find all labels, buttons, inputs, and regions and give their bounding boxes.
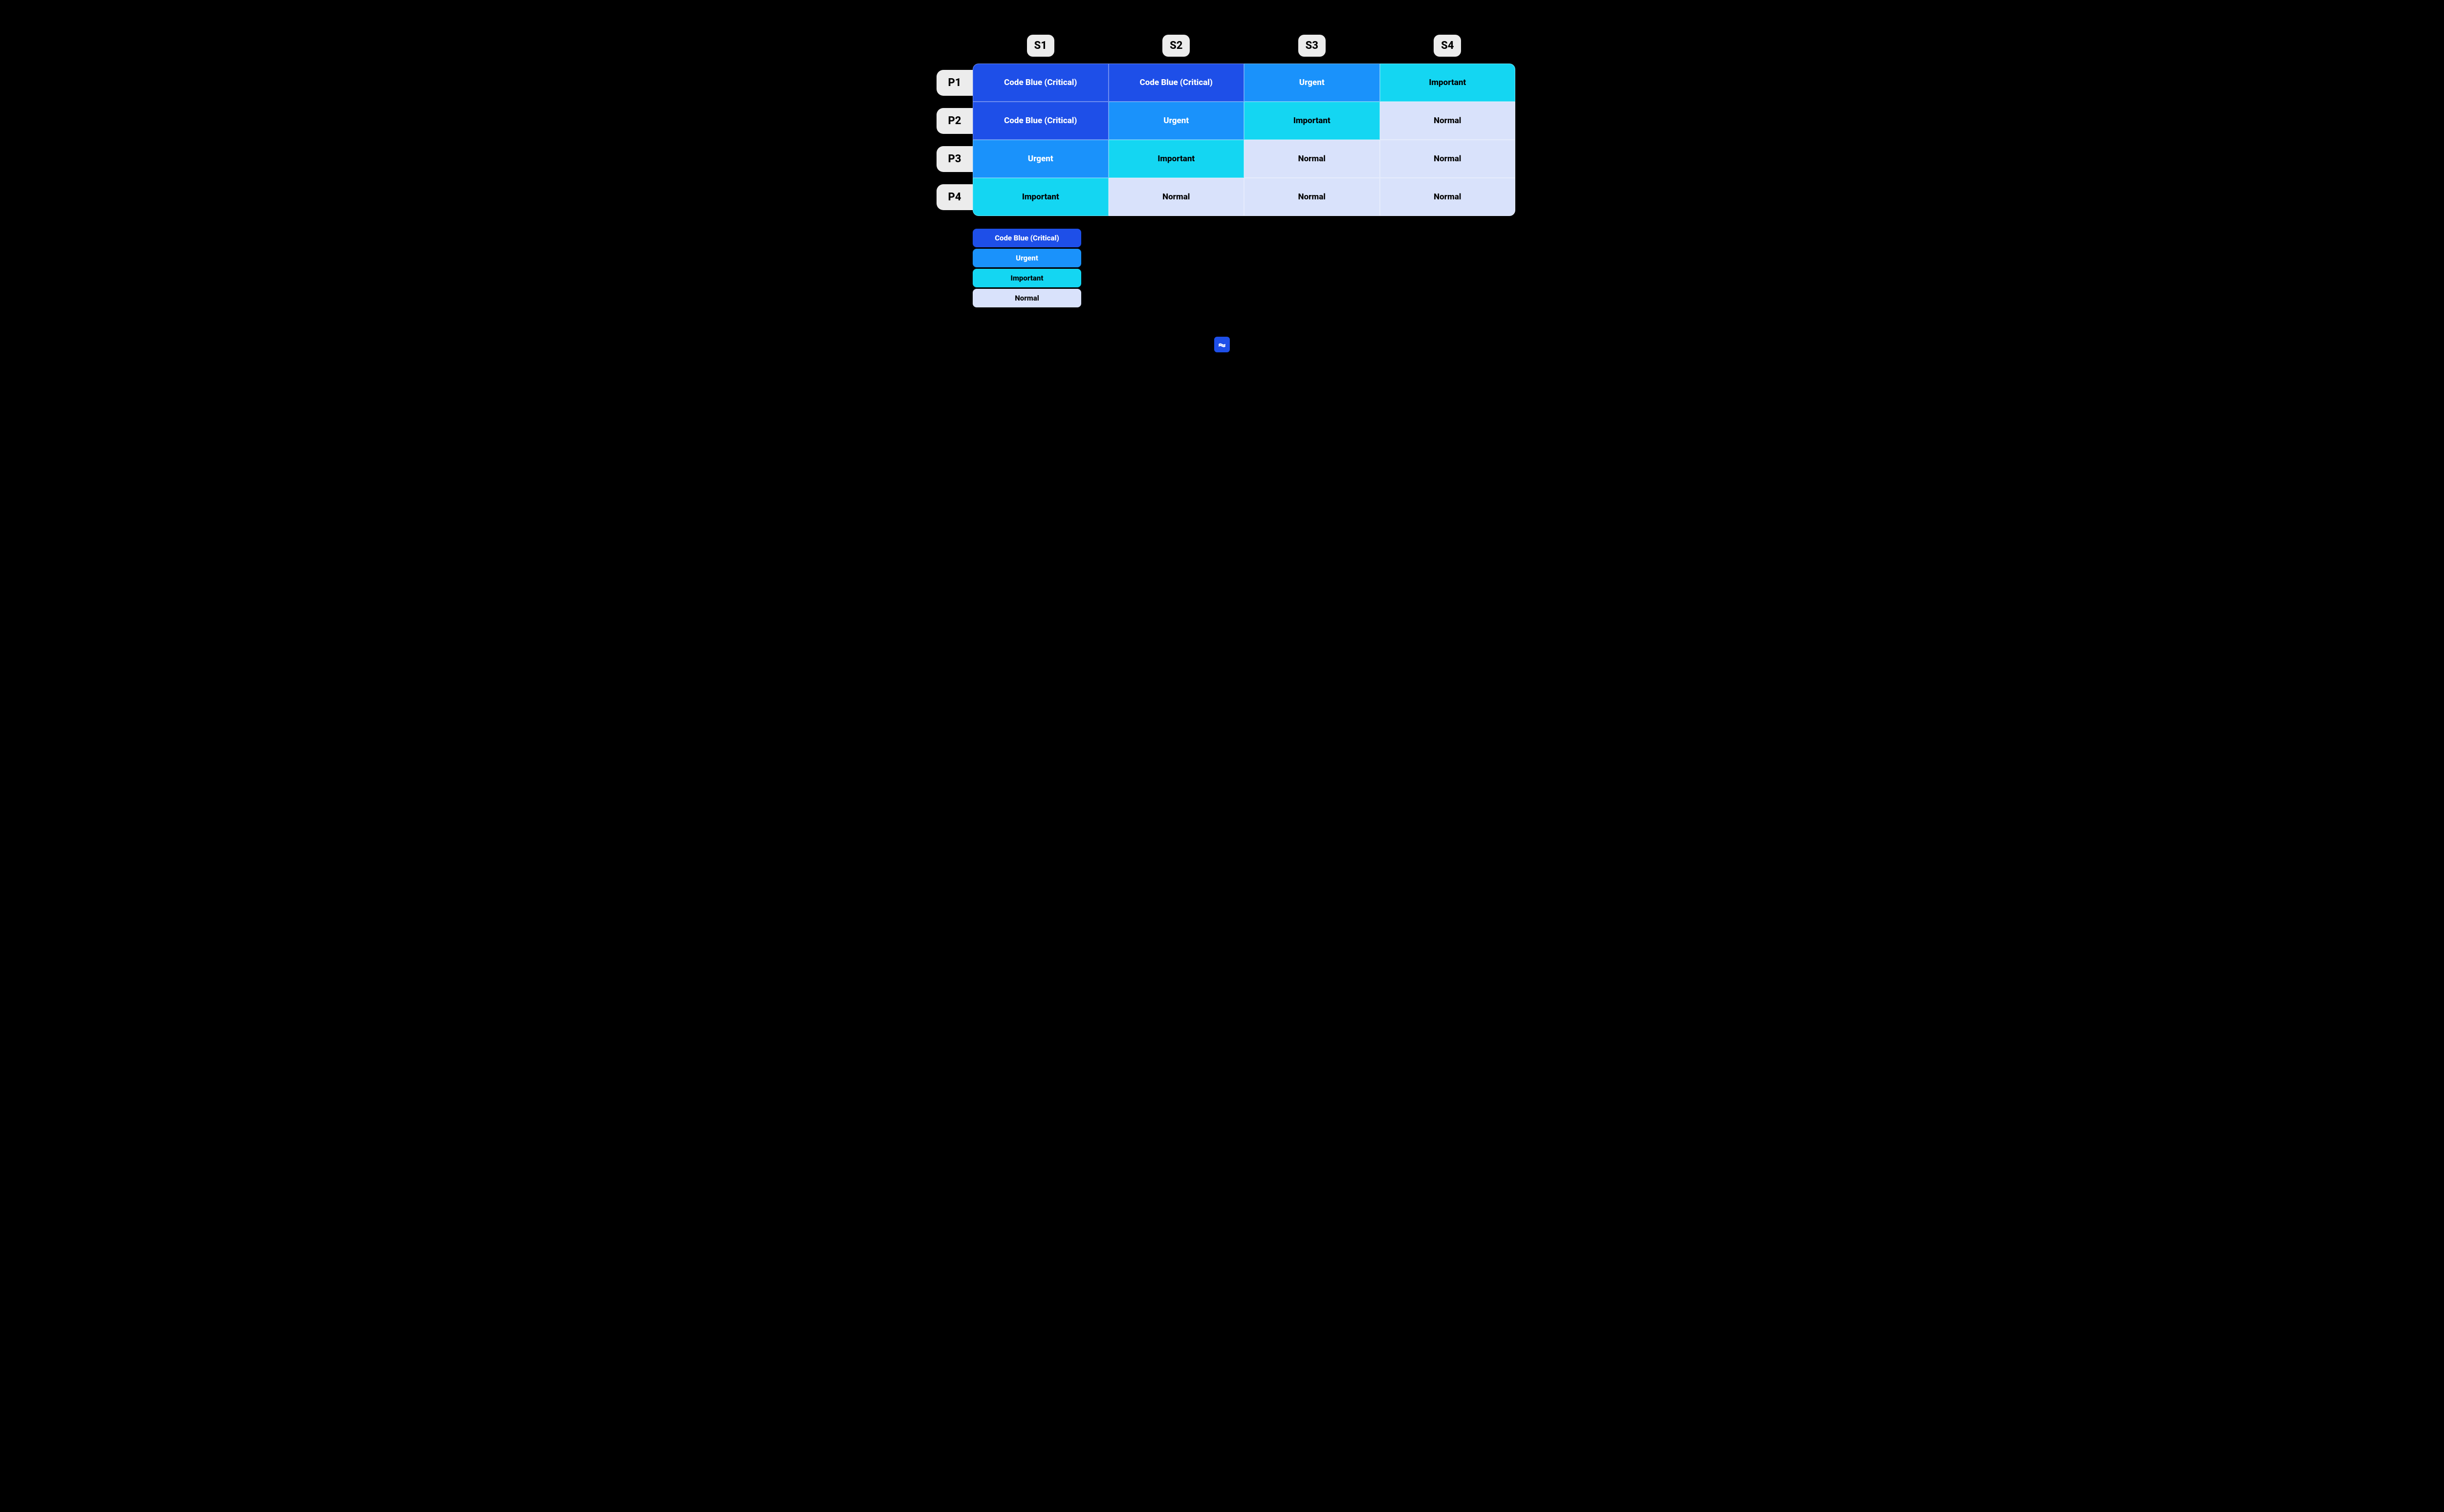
legend-item-normal: Normal: [973, 289, 1081, 307]
footer-logo-wrap: [929, 337, 1515, 352]
row-header-wrap: P2: [929, 102, 973, 140]
row-header-p2: P2: [937, 108, 973, 134]
row-header-wrap: P4: [929, 178, 973, 216]
matrix-cell: Important: [1109, 140, 1244, 178]
row-header-p1: P1: [937, 70, 973, 96]
matrix-corner-blank: [929, 29, 973, 64]
matrix-cell: Code Blue (Critical): [1109, 64, 1244, 102]
col-header-s4: S4: [1434, 35, 1461, 57]
legend: Code Blue (Critical) Urgent Important No…: [973, 229, 1081, 307]
matrix-cell: Normal: [1380, 178, 1516, 216]
matrix-cell: Normal: [1380, 102, 1516, 140]
col-header-wrap: S4: [1380, 29, 1516, 64]
legend-item-urgent: Urgent: [973, 249, 1081, 267]
row-header-wrap: P3: [929, 140, 973, 178]
matrix-cell: Important: [1244, 102, 1380, 140]
col-header-s3: S3: [1298, 35, 1326, 57]
matrix-cell: Urgent: [1244, 64, 1380, 102]
col-header-s1: S1: [1027, 35, 1054, 57]
col-header-wrap: S3: [1244, 29, 1380, 64]
matrix-grid: S1 S2 S3 S4 P1 Code Blue (Critical) Code…: [929, 29, 1515, 216]
matrix-cell: Normal: [1244, 178, 1380, 216]
matrix-cell: Code Blue (Critical): [973, 64, 1109, 102]
legend-item-critical: Code Blue (Critical): [973, 229, 1081, 247]
matrix-cell: Important: [1380, 64, 1516, 102]
matrix-cell: Code Blue (Critical): [973, 102, 1109, 140]
legend-item-important: Important: [973, 269, 1081, 287]
priority-severity-matrix: S1 S2 S3 S4 P1 Code Blue (Critical) Code…: [929, 29, 1515, 352]
matrix-cell: Urgent: [1109, 102, 1244, 140]
col-header-s2: S2: [1162, 35, 1190, 57]
col-header-wrap: S2: [1109, 29, 1244, 64]
matrix-cell: Normal: [1244, 140, 1380, 178]
row-header-p4: P4: [937, 184, 973, 210]
matrix-cell: Normal: [1109, 178, 1244, 216]
col-header-wrap: S1: [973, 29, 1109, 64]
brand-logo-icon: [1214, 337, 1230, 352]
row-header-wrap: P1: [929, 64, 973, 102]
matrix-cell: Important: [973, 178, 1109, 216]
row-header-p3: P3: [937, 146, 973, 172]
matrix-cell: Urgent: [973, 140, 1109, 178]
matrix-cell: Normal: [1380, 140, 1516, 178]
